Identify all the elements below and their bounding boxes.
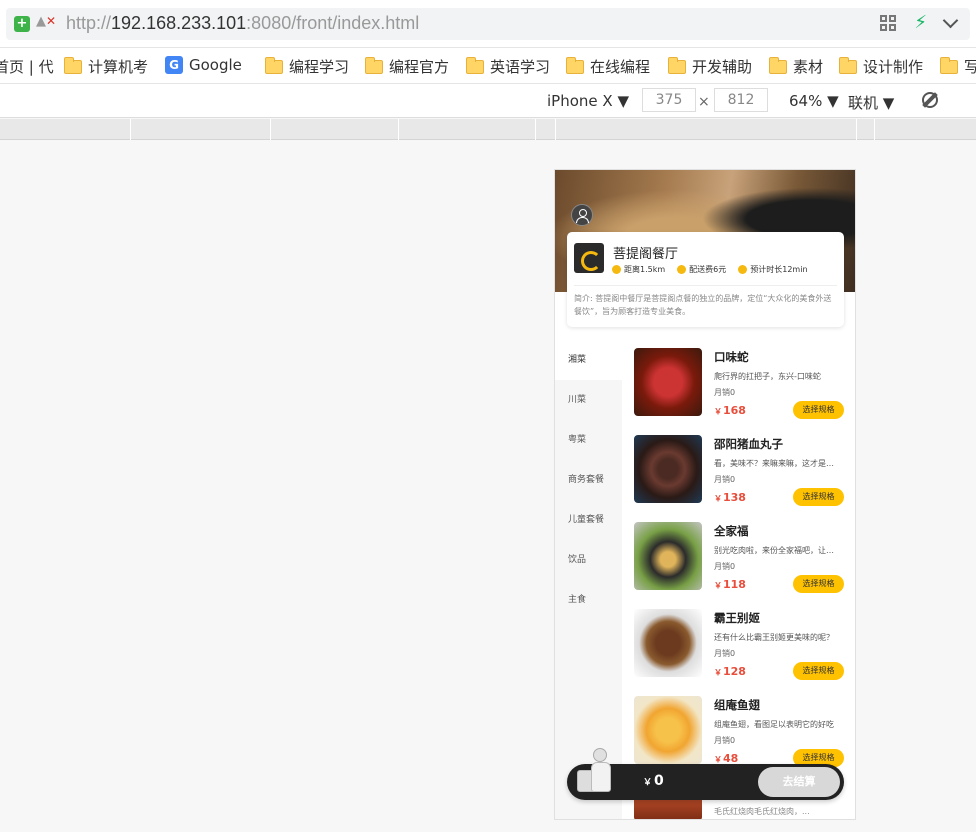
bookmark-item[interactable]: 在线编程	[565, 56, 650, 77]
folder-icon	[768, 56, 787, 74]
dish-item[interactable]: 组庵鱼翅 组庵鱼翅，看图足以表明它的好吃 月销0 ￥48 选择规格	[634, 688, 849, 768]
dish-item[interactable]: 口味蛇 爬行界的扛把子，东兴-口味蛇 月销0 ￥168 选择规格	[634, 340, 849, 420]
shop-meta: 距离1.5km 配送费6元 预计时长12min	[612, 264, 808, 275]
zoom-select[interactable]: 64% ▼	[789, 92, 839, 110]
shop-delivery-fee: 配送费6元	[689, 265, 727, 274]
category-item-drinks[interactable]: 饮品	[555, 540, 622, 580]
timer-icon	[738, 265, 748, 274]
dish-list: 口味蛇 爬行界的扛把子，东兴-口味蛇 月销0 ￥168 选择规格 邵阳猪血丸子 …	[622, 340, 855, 819]
device-select[interactable]: iPhone X ▼	[547, 92, 629, 110]
category-item-xiang[interactable]: 湘菜	[555, 340, 622, 380]
divider	[574, 285, 837, 286]
cart-bar[interactable]: ￥ 0 去结算	[567, 748, 844, 800]
bookmarks-bar: 首页 | 代 计算机考 GGoogle 编程学习 编程官方 英语学习 在线编程 …	[0, 48, 976, 84]
qr-code-icon[interactable]	[880, 15, 897, 31]
shop-description: 简介: 菩提阁中餐厅是菩提阁点餐的独立的品牌，定位“大众化的美食外送餐饮”，旨为…	[574, 294, 832, 316]
lightning-icon[interactable]: ⚡	[914, 14, 927, 32]
security-shield-icon[interactable]: +	[14, 16, 30, 32]
mobile-viewport: 菩提阁餐厅 距离1.5km 配送费6元 预计时长12min 简介: 菩提阁中餐厅…	[554, 169, 856, 820]
category-item-business-set[interactable]: 商务套餐	[555, 460, 622, 500]
dish-price: ￥118	[714, 578, 746, 591]
select-spec-button[interactable]: 选择规格	[793, 488, 844, 506]
checkout-button[interactable]: 去结算	[758, 767, 840, 797]
bookmark-item[interactable]: 计算机考	[63, 56, 148, 77]
bookmark-item[interactable]: G Google	[165, 56, 242, 74]
dish-image[interactable]	[634, 696, 702, 764]
dish-sales: 月销0	[714, 736, 736, 745]
money-bag-icon	[677, 265, 687, 274]
dish-name: 全家福	[714, 524, 749, 538]
viewport-width-input[interactable]: 375	[642, 88, 696, 112]
dish-item[interactable]: 全家福 别光吃肉啦，来份全家福吧，让你长寿又美味 月销0 ￥118 选择规格	[634, 514, 849, 594]
bookmark-item[interactable]: 英语学习	[465, 56, 550, 77]
dish-sales: 月销0	[714, 649, 736, 658]
bookmark-item[interactable]: 首页 | 代	[0, 56, 54, 77]
address-field[interactable]: + ▲✕ http://192.168.233.101:8080/front/i…	[6, 8, 970, 40]
select-spec-button[interactable]: 选择规格	[793, 662, 844, 680]
folder-icon	[838, 56, 857, 74]
dish-image[interactable]	[634, 435, 702, 503]
dish-description: 别光吃肉啦，来份全家福吧，让你长寿又美味	[714, 546, 836, 555]
shop-name: 菩提阁餐厅	[613, 246, 679, 261]
category-item-chuan[interactable]: 川菜	[555, 380, 622, 420]
shop-distance: 距离1.5km	[624, 265, 666, 274]
cart-total: ￥ 0	[643, 773, 664, 789]
cart-mascot-icon[interactable]	[575, 748, 619, 800]
folder-icon	[667, 56, 686, 74]
dish-description: 爬行界的扛把子，东兴-口味蛇	[714, 372, 821, 381]
browser-address-bar: + ▲✕ http://192.168.233.101:8080/front/i…	[0, 0, 976, 48]
media-query-ruler[interactable]	[0, 119, 976, 140]
dish-name: 口味蛇	[714, 350, 749, 364]
bookmark-item[interactable]: 编程官方	[364, 56, 449, 77]
bookmark-item[interactable]: 开发辅助	[667, 56, 752, 77]
select-spec-button[interactable]: 选择规格	[793, 575, 844, 593]
dish-description: 还有什么比霸王别姬更美味的呢？	[714, 633, 834, 642]
bookmark-item[interactable]: 素材	[768, 56, 823, 77]
category-item-staple[interactable]: 主食	[555, 580, 622, 620]
dish-name: 组庵鱼翅	[714, 698, 760, 712]
dimension-separator: ×	[698, 94, 710, 110]
dish-price: ￥168	[714, 404, 746, 417]
folder-icon	[364, 56, 383, 74]
user-icon[interactable]	[571, 204, 593, 226]
category-item-kids-set[interactable]: 儿童套餐	[555, 500, 622, 540]
google-icon: G	[165, 56, 183, 74]
rotate-icon[interactable]	[922, 92, 938, 108]
folder-icon	[939, 56, 958, 74]
chevron-down-icon[interactable]	[942, 12, 959, 28]
dish-sales: 月销0	[714, 475, 736, 484]
folder-icon	[565, 56, 584, 74]
dish-description: 毛氏红烧肉毛氏红烧肉，...	[714, 807, 810, 816]
device-toolbar: iPhone X ▼ 375 × 812 64% ▼ 联机 ▼	[0, 84, 976, 118]
dish-description: 看，美味不？来嘛来嘛，这才是最爱吖	[714, 459, 836, 468]
dish-image[interactable]	[634, 522, 702, 590]
dish-item[interactable]: 霸王别姬 还有什么比霸王别姬更美味的呢？ 月销0 ￥128 选择规格	[634, 601, 849, 681]
folder-icon	[465, 56, 484, 74]
dish-image[interactable]	[634, 348, 702, 416]
dish-image[interactable]	[634, 609, 702, 677]
dish-sales: 月销0	[714, 562, 736, 571]
shop-info-card: 菩提阁餐厅 距离1.5km 配送费6元 预计时长12min 简介: 菩提阁中餐厅…	[567, 232, 844, 327]
camera-blocked-icon[interactable]: ▲✕	[36, 14, 56, 29]
clock-icon	[612, 265, 621, 274]
bookmark-item[interactable]: 写	[939, 56, 976, 77]
category-item-yue[interactable]: 粤菜	[555, 420, 622, 460]
bookmark-item[interactable]: 编程学习	[264, 56, 349, 77]
dish-name: 邵阳猪血丸子	[714, 437, 783, 451]
dish-description: 组庵鱼翅，看图足以表明它的好吃	[714, 720, 834, 729]
folder-icon	[63, 56, 82, 74]
shop-eta: 预计时长12min	[750, 265, 808, 274]
dish-item[interactable]: 邵阳猪血丸子 看，美味不？来嘛来嘛，这才是最爱吖 月销0 ￥138 选择规格	[634, 427, 849, 507]
folder-icon	[264, 56, 283, 74]
dish-price: ￥138	[714, 491, 746, 504]
select-spec-button[interactable]: 选择规格	[793, 401, 844, 419]
dish-sales: 月销0	[714, 388, 736, 397]
dish-name: 霸王别姬	[714, 611, 760, 625]
shop-logo	[574, 243, 604, 273]
network-select[interactable]: 联机 ▼	[848, 92, 894, 113]
dish-price: ￥128	[714, 665, 746, 678]
bookmark-item[interactable]: 设计制作	[838, 56, 923, 77]
viewport-height-input[interactable]: 812	[714, 88, 768, 112]
url-text[interactable]: http://192.168.233.101:8080/front/index.…	[66, 13, 419, 34]
